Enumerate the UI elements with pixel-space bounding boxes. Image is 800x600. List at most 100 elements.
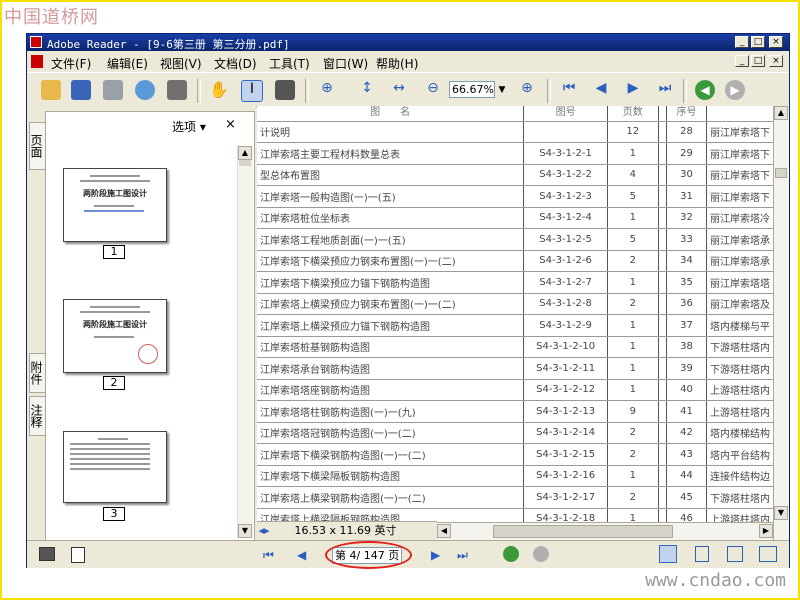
- menu-document[interactable]: 文档(D): [214, 55, 257, 72]
- table-row: 江岸索塔下横梁隔板钢筋构造图 S4-3-1-2-16 1 44 连接件结构边: [257, 465, 773, 487]
- table-row: 江岸索塔下横梁预应力钢束布置图(一)一(二) S4-3-1-2-6 2 34 丽江岸索塔…: [257, 250, 773, 272]
- table-row: 江岸索塔塔柱钢筋构造图(一)一(九) S4-3-1-2-13 9 41 上游塔柱塔内: [257, 400, 773, 423]
- scroll-down-icon[interactable]: ▼: [238, 524, 252, 538]
- fit-width-icon[interactable]: ↔: [389, 80, 409, 100]
- row-code: S4-3-1-2-11: [523, 357, 608, 380]
- scroll-right-icon[interactable]: ▶: [759, 524, 773, 538]
- hscroll-thumb[interactable]: [493, 525, 673, 538]
- tab-attachments[interactable]: 附件: [29, 353, 45, 393]
- row-pages: 1: [606, 465, 659, 487]
- open-folder-icon[interactable]: [41, 80, 61, 100]
- status-back-icon[interactable]: [503, 546, 519, 562]
- table-gap: [657, 185, 668, 208]
- scroll-up-icon[interactable]: ▲: [238, 146, 252, 160]
- status-next-page-icon[interactable]: ▶: [431, 548, 440, 562]
- previous-page-icon[interactable]: ◀: [591, 80, 611, 100]
- menu-help[interactable]: 帮助(H): [376, 55, 418, 72]
- close-window-button[interactable]: ×: [769, 36, 783, 48]
- last-page-icon[interactable]: ⏭: [655, 80, 675, 100]
- thumbnail-title: 两阶段施工图设计: [83, 320, 147, 329]
- page-thumbnail-1[interactable]: 两阶段施工图设计: [63, 168, 167, 242]
- save-icon[interactable]: [71, 80, 91, 100]
- zoom-in-icon[interactable]: ⊕: [517, 80, 537, 100]
- table-gap: [657, 357, 668, 380]
- row-no: 44: [666, 465, 707, 487]
- thumbnail-seal: [138, 344, 158, 364]
- status-first-page-icon[interactable]: ⏮: [263, 548, 274, 563]
- menu-window[interactable]: 窗口(W): [323, 55, 368, 72]
- thumbnail-line: [70, 448, 150, 450]
- zoom-dropdown-icon[interactable]: ▼: [497, 80, 507, 100]
- screen-icon[interactable]: [39, 547, 55, 561]
- table-row: 江岸索塔下横梁预应力锚下钢筋构造图 S4-3-1-2-7 1 35 丽江岸索塔塔: [257, 271, 773, 294]
- doc-minimize-button[interactable]: _: [735, 55, 749, 67]
- table-row: 江岸索塔上横梁预应力锚下钢筋构造图 S4-3-1-2-9 1 37 塔内楼梯与平: [257, 314, 773, 337]
- row-name-2: 丽江岸索塔下: [706, 185, 773, 208]
- status-last-page-icon[interactable]: ⏭: [457, 548, 468, 563]
- options-menu[interactable]: 选项 ▾: [172, 118, 206, 135]
- document-icon[interactable]: [31, 55, 43, 68]
- go-forward-icon[interactable]: ▶: [725, 80, 745, 100]
- tab-comments[interactable]: 注释: [29, 396, 45, 436]
- zoom-input[interactable]: 66.67%: [449, 81, 495, 98]
- menu-file[interactable]: 文件(F): [51, 55, 91, 72]
- menu-edit[interactable]: 编辑(E): [107, 55, 148, 72]
- document-scrollbar[interactable]: ▲ ▼: [773, 106, 789, 540]
- fit-height-icon[interactable]: ↕: [357, 80, 377, 100]
- row-pages: 1: [606, 142, 659, 165]
- thumbnail-scrollbar[interactable]: ▲ ▼: [237, 146, 253, 538]
- page-thumbnail-3[interactable]: [63, 431, 167, 503]
- row-name: 计说明: [257, 121, 524, 143]
- doc-scroll-up-icon[interactable]: ▲: [774, 106, 788, 120]
- page-icon[interactable]: [71, 547, 85, 563]
- doc-restore-button[interactable]: □: [751, 55, 765, 67]
- row-pages: 5: [606, 228, 659, 251]
- continuous-icon[interactable]: [695, 546, 709, 562]
- doc-scroll-down-icon[interactable]: ▼: [774, 506, 788, 520]
- row-no: 31: [666, 185, 707, 208]
- print-icon[interactable]: [103, 80, 123, 100]
- next-page-icon[interactable]: ▶: [623, 80, 643, 100]
- facing-icon[interactable]: [727, 546, 743, 562]
- row-code: S4-3-1-2-17: [523, 486, 608, 509]
- table-gap: [657, 465, 668, 487]
- row-no: 37: [666, 314, 707, 337]
- row-no: 38: [666, 336, 707, 358]
- page-thumbnail-2[interactable]: 两阶段施工图设计: [63, 299, 167, 373]
- zoom-in-tool-icon[interactable]: ⊕: [317, 80, 337, 100]
- search-binoculars-icon[interactable]: [167, 80, 187, 100]
- horizontal-scrollbar[interactable]: ◀ ▶: [437, 522, 773, 540]
- table-row: 江岸索塔承台钢筋构造图 S4-3-1-2-11 1 39 下游塔柱塔内: [257, 357, 773, 380]
- maximize-button[interactable]: □: [751, 36, 765, 48]
- minimize-button[interactable]: _: [735, 36, 749, 48]
- go-back-icon[interactable]: ◀: [695, 80, 715, 100]
- scroll-left-icon[interactable]: ◀: [437, 524, 451, 538]
- continuous-facing-icon[interactable]: [759, 546, 777, 562]
- select-text-tool-icon[interactable]: I: [241, 80, 263, 102]
- email-icon[interactable]: [135, 80, 155, 100]
- row-code: S4-3-1-2-8: [523, 293, 608, 315]
- hand-tool-icon[interactable]: ✋: [209, 80, 229, 100]
- doc-close-button[interactable]: ×: [769, 55, 783, 67]
- row-pages: 4: [606, 164, 659, 186]
- page-size-label: 16.53 x 11.69 英寸: [294, 524, 397, 537]
- zoom-out-icon[interactable]: ⊖: [423, 80, 443, 100]
- row-name: 江岸索塔下横梁预应力钢束布置图(一)一(二): [257, 250, 524, 272]
- row-name-2: 丽江岸索塔承: [706, 228, 773, 251]
- single-page-icon[interactable]: [659, 545, 677, 563]
- row-no: 33: [666, 228, 707, 251]
- row-no: 29: [666, 142, 707, 165]
- snapshot-camera-icon[interactable]: [275, 80, 295, 100]
- row-name-2: 丽江岸索塔下: [706, 164, 773, 186]
- menu-tools[interactable]: 工具(T): [269, 55, 310, 72]
- doc-scroll-thumb[interactable]: [775, 168, 787, 178]
- tab-pages[interactable]: 页面: [29, 122, 45, 170]
- first-page-icon[interactable]: ⏮: [559, 80, 579, 100]
- status-previous-page-icon[interactable]: ◀: [297, 548, 306, 562]
- navigation-panel: 页面 附件 注释 选项 ▾ × 两阶段施工图设计 1 两阶段施工图设计 2 3 …: [27, 106, 256, 541]
- close-panel-icon[interactable]: ×: [225, 117, 236, 132]
- table-gap: [657, 207, 668, 229]
- scroll-thumb[interactable]: [239, 160, 251, 166]
- status-forward-icon[interactable]: [533, 546, 549, 562]
- menu-view[interactable]: 视图(V): [160, 55, 202, 72]
